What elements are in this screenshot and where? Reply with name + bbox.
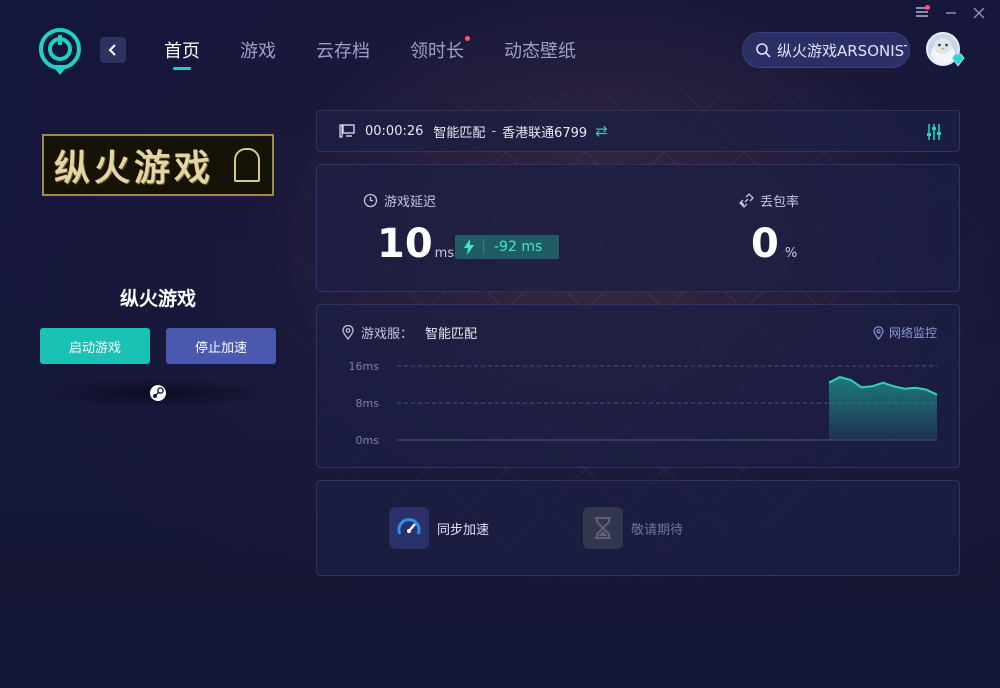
steam-icon[interactable]: [149, 384, 167, 402]
game-title: 纵火游戏: [119, 288, 196, 310]
sync-acceleration-feature[interactable]: 同步加速: [389, 507, 489, 549]
nav-tab-games[interactable]: 游戏: [240, 24, 276, 80]
server-name: 香港联通6799: [502, 125, 588, 141]
search-input[interactable]: [777, 41, 907, 59]
metrics-card: 游戏延迟 10 ms -92 ms 丢包率 0%: [316, 164, 960, 292]
speedometer-icon: [389, 507, 429, 549]
stop-acceleration-button[interactable]: 停止加速: [166, 328, 276, 364]
app-logo-icon: [38, 27, 82, 77]
nav-tab-cloud-save[interactable]: 云存档: [316, 24, 370, 80]
nav-tab-label: 动态壁纸: [504, 41, 576, 62]
network-chart-card: 游戏服： 智能匹配 网络监控 16ms 8ms 0ms: [316, 304, 960, 468]
route-mode: 智能匹配: [433, 125, 486, 141]
platform-row: [42, 378, 274, 408]
game-banner: 纵火游戏: [42, 134, 274, 196]
latency-unit: ms: [434, 246, 455, 261]
chevron-left-icon: [108, 44, 116, 56]
search-box[interactable]: [742, 32, 910, 68]
nav-tab-label: 云存档: [316, 41, 370, 62]
nav-tab-label: 领时长: [410, 41, 464, 62]
vip-diamond-icon: [950, 52, 966, 68]
broken-link-icon: [739, 193, 754, 208]
notification-dot: [465, 36, 470, 41]
latency-reduction-badge: -92 ms: [455, 235, 559, 259]
packet-loss-unit: %: [784, 246, 798, 261]
packet-loss-label-text: 丢包率: [760, 195, 800, 210]
minimize-icon[interactable]: [944, 6, 958, 20]
latency-delta: -92 ms: [494, 239, 543, 255]
y-tick-label: 16ms: [349, 360, 380, 373]
sync-acceleration-label: 同步加速: [437, 522, 490, 538]
hourglass-icon: [583, 507, 623, 549]
y-tick-label: 8ms: [356, 397, 380, 410]
menu-icon[interactable]: [916, 5, 930, 20]
packet-loss-label: 丢包率: [739, 191, 799, 210]
features-card: 同步加速 敬请期待: [316, 480, 960, 576]
acceleration-status-bar: 00:00:26 智能匹配 - 香港联通6799 ⇄: [316, 110, 960, 152]
nav-tab-wallpaper[interactable]: 动态壁纸: [504, 24, 576, 80]
settings-sliders-icon[interactable]: [925, 123, 943, 145]
y-tick-label: 0ms: [356, 434, 380, 447]
main-nav: 首页 游戏 云存档 领时长 动态壁纸: [164, 24, 616, 80]
nav-tab-label: 游戏: [240, 41, 276, 62]
packet-loss-value: 0%: [751, 221, 797, 267]
switch-server-icon[interactable]: ⇄: [595, 122, 608, 140]
latency-area: [829, 377, 937, 440]
throne-icon: [234, 148, 260, 182]
nav-tab-home[interactable]: 首页: [164, 24, 200, 80]
nav-tab-claim-time[interactable]: 领时长: [410, 24, 470, 80]
latency-label-text: 游戏延迟: [384, 195, 437, 210]
lightning-icon: [464, 239, 474, 255]
clock-icon: [363, 193, 378, 208]
latency-label: 游戏延迟: [363, 191, 436, 210]
window-controls: [916, 5, 986, 20]
nav-tab-label: 首页: [164, 41, 200, 62]
header: 首页 游戏 云存档 领时长 动态壁纸: [38, 24, 966, 80]
back-button[interactable]: [100, 37, 126, 63]
launch-game-button[interactable]: 启动游戏: [40, 328, 150, 364]
latency-chart: 16ms 8ms 0ms: [349, 360, 938, 447]
coming-soon-label: 敬请期待: [631, 522, 684, 538]
coming-soon-feature: 敬请期待: [583, 507, 683, 549]
pc-icon: [339, 124, 355, 138]
latency-number: 10: [377, 221, 433, 267]
packet-loss-number: 0: [751, 221, 779, 267]
search-icon: [756, 43, 771, 58]
latency-value: 10 ms: [377, 221, 454, 267]
game-banner-text: 纵火游戏: [54, 147, 215, 189]
close-icon[interactable]: [972, 6, 986, 20]
status-separator: -: [491, 123, 497, 139]
badge-divider: [483, 240, 484, 254]
elapsed-time: 00:00:26: [365, 123, 424, 139]
